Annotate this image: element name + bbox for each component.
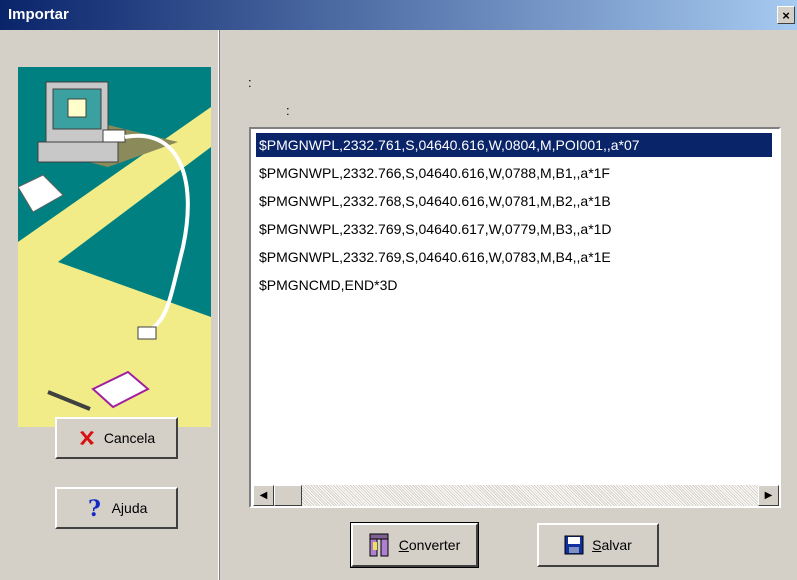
scroll-left-arrow-icon[interactable]: ◀ bbox=[253, 485, 274, 506]
help-button[interactable]: ? Ajuda bbox=[55, 487, 178, 529]
svg-text:?: ? bbox=[88, 496, 101, 520]
list-item[interactable]: $PMGNWPL,2332.768,S,04640.616,W,0781,M,B… bbox=[256, 189, 614, 213]
save-button[interactable]: Salvar bbox=[537, 523, 659, 567]
question-mark-icon: ? bbox=[88, 496, 101, 520]
convert-icon bbox=[369, 533, 389, 557]
list-item[interactable]: $PMGNCMD,END*3D bbox=[256, 273, 400, 297]
info-line-2: : bbox=[286, 103, 290, 118]
list-item[interactable]: $PMGNWPL,2332.766,S,04640.616,W,0788,M,B… bbox=[256, 161, 613, 185]
info-line-1: : bbox=[248, 75, 252, 90]
floppy-disk-icon bbox=[564, 535, 584, 555]
help-label: Ajuda bbox=[111, 500, 148, 516]
list-item[interactable]: $PMGNWPL,2332.769,S,04640.616,W,0783,M,B… bbox=[256, 245, 614, 269]
list-item[interactable]: $PMGNWPL,2332.769,S,04640.617,W,0779,M,B… bbox=[256, 217, 615, 241]
cancel-label: Cancela bbox=[103, 430, 156, 446]
computer-serial-cable-illustration bbox=[18, 67, 211, 427]
save-label: Salvar bbox=[592, 537, 632, 553]
data-listbox[interactable]: $PMGNWPL,2332.761,S,04640.616,W,0804,M,P… bbox=[249, 127, 781, 508]
import-dialog: Cancela ? Ajuda : : $PMGNWPL,2332.761,S,… bbox=[0, 30, 797, 580]
convert-label: Converter bbox=[398, 537, 461, 553]
scrollbar-thumb[interactable] bbox=[274, 485, 302, 506]
cancel-button[interactable]: Cancela bbox=[55, 417, 178, 459]
list-item[interactable]: $PMGNWPL,2332.761,S,04640.616,W,0804,M,P… bbox=[256, 133, 772, 157]
scroll-right-arrow-icon[interactable]: ▶ bbox=[758, 485, 779, 506]
red-x-icon bbox=[79, 431, 94, 445]
close-button[interactable]: × bbox=[777, 6, 795, 24]
title-bar: Importar × bbox=[0, 0, 797, 30]
convert-button[interactable]: Converter bbox=[350, 522, 479, 568]
horizontal-scrollbar[interactable]: ◀ ▶ bbox=[253, 485, 779, 506]
window-title: Importar bbox=[8, 6, 69, 23]
left-panel: Cancela ? Ajuda bbox=[0, 30, 219, 580]
